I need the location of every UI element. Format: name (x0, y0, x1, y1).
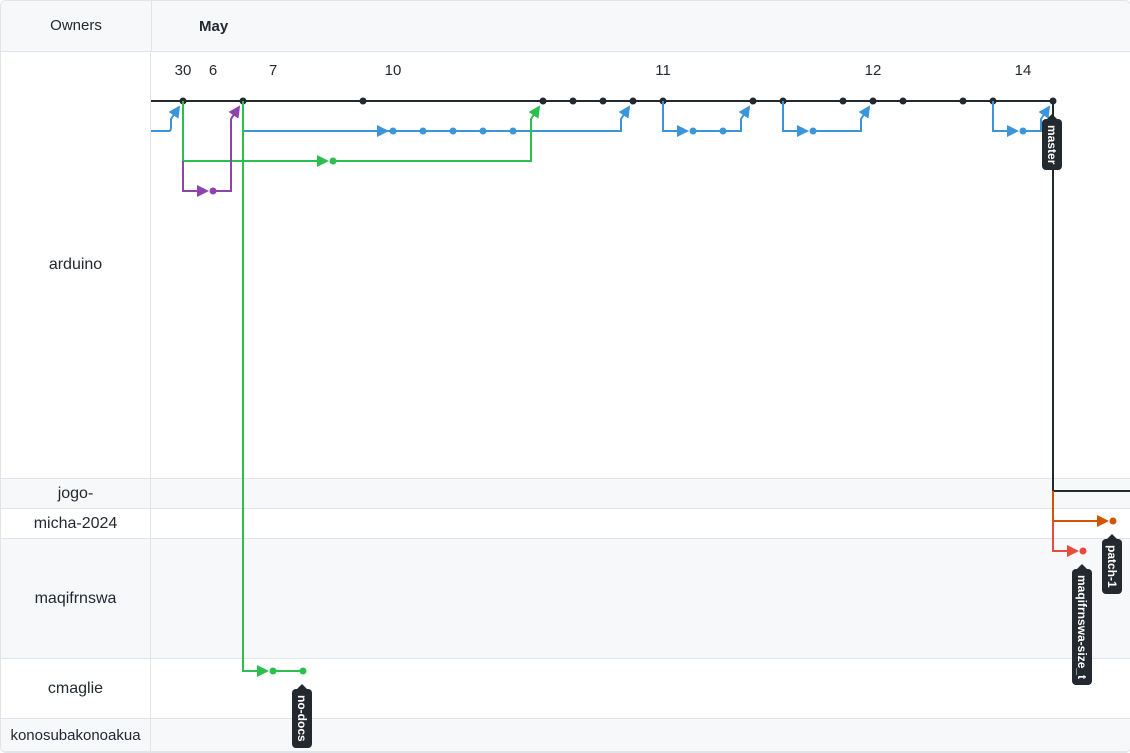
blue-branches (151, 101, 1051, 137)
patch-1-line (1052, 491, 1109, 527)
branch-tag-no-docs[interactable]: no-docs (292, 684, 312, 748)
purple-branch (182, 105, 241, 197)
network-graph: Owners May 30 6 7 10 11 12 14 arduino jo… (0, 0, 1130, 753)
branch-tag-patch-1[interactable]: patch-1 (1102, 534, 1122, 594)
patch-1-commit (1109, 517, 1117, 525)
branch-tag-size_t[interactable]: maqifrnswa-size_t (1072, 563, 1092, 686)
green-branches (182, 101, 541, 677)
green-commits (269, 157, 337, 675)
commit-graph[interactable] (1, 1, 1130, 752)
branch-tag-master[interactable]: master (1042, 113, 1062, 171)
jogo-branch-line (1052, 101, 1130, 492)
size_t-commit (1079, 547, 1087, 555)
purple-commit (209, 187, 217, 195)
size_t-line (1052, 521, 1079, 557)
